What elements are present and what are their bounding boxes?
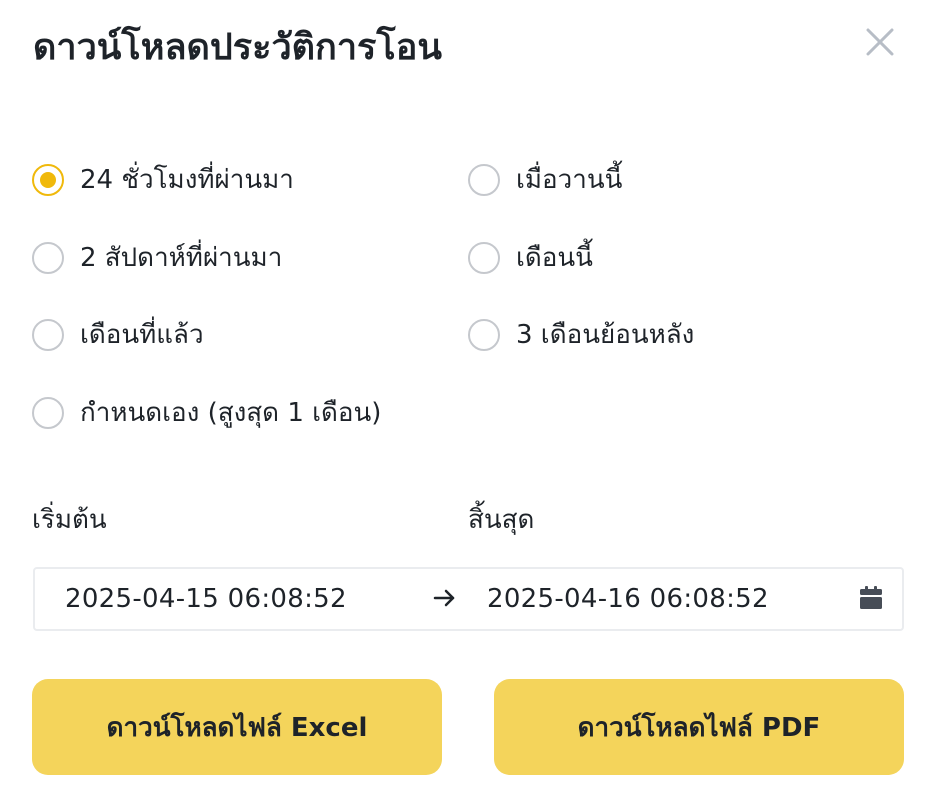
radio-label: กำหนดเอง (สูงสุด 1 เดือน) (80, 398, 382, 428)
radio-label: 3 เดือนย้อนหลัง (516, 320, 695, 350)
close-button[interactable] (860, 22, 900, 62)
calendar-icon[interactable] (859, 586, 883, 610)
radio-label: 2 สัปดาห์ที่ผ่านมา (80, 243, 283, 273)
radio-label: เดือนนี้ (516, 243, 593, 273)
radio-option-custom[interactable]: กำหนดเอง (สูงสุด 1 เดือน) (32, 393, 381, 433)
download-history-dialog: ดาวน์โหลดประวัติการโอน 24 ชั่วโมงที่ผ่าน… (0, 0, 936, 802)
end-date-input[interactable] (487, 569, 857, 629)
arrow-right-icon (433, 589, 455, 607)
radio-button[interactable] (468, 319, 500, 351)
radio-label: เมื่อวานนี้ (516, 165, 623, 195)
dialog-title: ดาวน์โหลดประวัติการโอน (33, 27, 442, 68)
radio-button[interactable] (32, 164, 64, 196)
date-range-picker[interactable] (33, 567, 904, 631)
close-icon (866, 28, 894, 56)
radio-selected-dot (40, 172, 56, 188)
radio-button[interactable] (468, 164, 500, 196)
download-excel-button[interactable]: ดาวน์โหลดไฟล์ Excel (32, 679, 442, 775)
radio-label: เดือนที่แล้ว (80, 320, 204, 350)
radio-option-last-24-hours[interactable]: 24 ชั่วโมงที่ผ่านมา (32, 160, 294, 200)
start-date-label: เริ่มต้น (32, 505, 107, 535)
download-pdf-button[interactable]: ดาวน์โหลดไฟล์ PDF (494, 679, 904, 775)
radio-option-last-month[interactable]: เดือนที่แล้ว (32, 315, 204, 355)
radio-button[interactable] (32, 397, 64, 429)
radio-button[interactable] (32, 319, 64, 351)
end-date-label: สิ้นสุด (468, 505, 535, 535)
radio-option-last-3-months[interactable]: 3 เดือนย้อนหลัง (468, 315, 694, 355)
radio-button[interactable] (32, 242, 64, 274)
radio-option-this-month[interactable]: เดือนนี้ (468, 238, 593, 278)
radio-label: 24 ชั่วโมงที่ผ่านมา (80, 165, 294, 195)
start-date-input[interactable] (65, 569, 435, 629)
radio-button[interactable] (468, 242, 500, 274)
radio-option-yesterday[interactable]: เมื่อวานนี้ (468, 160, 622, 200)
radio-option-last-2-weeks[interactable]: 2 สัปดาห์ที่ผ่านมา (32, 238, 282, 278)
